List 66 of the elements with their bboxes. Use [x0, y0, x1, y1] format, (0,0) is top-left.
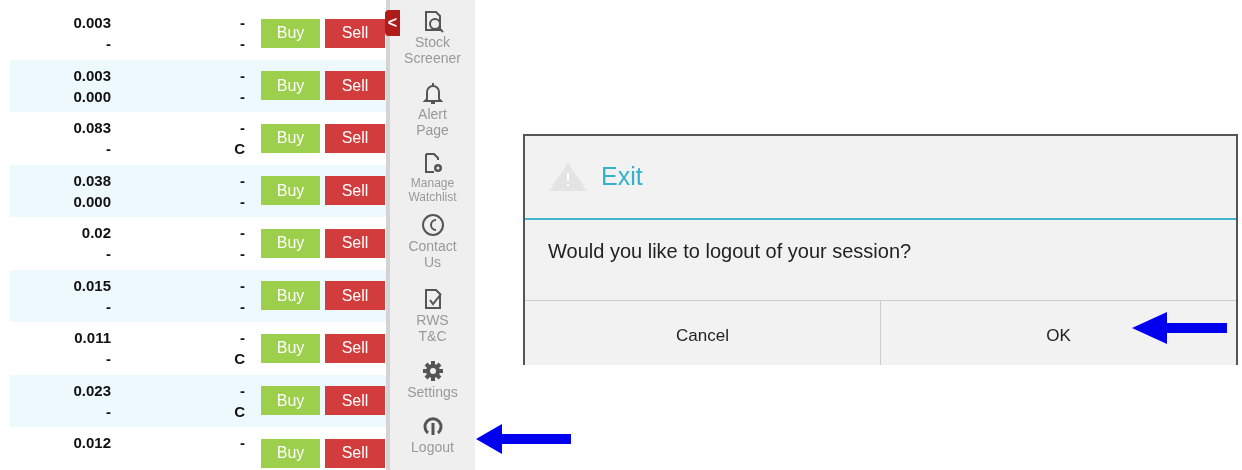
sidebar-item[interactable]: Contact Us	[400, 238, 465, 270]
table-cell-text: -	[240, 86, 245, 107]
buy-button[interactable]: Buy	[261, 123, 320, 153]
table-cell-text: C	[234, 139, 245, 160]
warning-icon	[547, 161, 589, 193]
buy-button[interactable]: Buy	[261, 281, 320, 311]
arrow-icon	[1132, 312, 1227, 344]
table-cell-text: -	[240, 380, 245, 401]
table-cell-text: -	[240, 191, 245, 212]
buy-button[interactable]: Buy	[261, 333, 320, 363]
table-cell-text: -	[106, 401, 111, 422]
dialog-title: Exit	[601, 161, 643, 193]
collapse-button[interactable]: <	[385, 10, 400, 36]
table-cell-text: -	[106, 296, 111, 317]
table-cell-text: -	[240, 433, 245, 454]
table-cell-text: 0.003	[73, 13, 111, 34]
sell-button[interactable]: Sell	[325, 281, 385, 311]
table-cell-text: -	[240, 223, 245, 244]
table-cell-text: 0.038	[73, 170, 111, 191]
sidebar-item[interactable]: Manage Watchlist	[402, 176, 463, 204]
table-cell-text: C	[234, 401, 245, 422]
table-cell-text: 0.000	[73, 86, 111, 107]
table-cell-text: -	[240, 170, 245, 191]
table-cell-text: -	[106, 244, 111, 265]
sidebar-item[interactable]: RWS T&C	[400, 312, 465, 344]
sidebar-item[interactable]: Logout	[400, 439, 465, 455]
table-cell-text: -	[240, 34, 245, 55]
buy-button[interactable]: Buy	[261, 386, 320, 416]
sell-button[interactable]: Sell	[325, 228, 385, 258]
buy-button[interactable]: Buy	[261, 438, 320, 468]
table-cell-text: -	[240, 275, 245, 296]
table-cell-text: 0.003	[73, 65, 111, 86]
table-cell-text: -	[106, 34, 111, 55]
sell-button[interactable]: Sell	[325, 438, 385, 468]
table-cell-text: -	[240, 118, 245, 139]
table-cell-text: 0.015	[73, 275, 111, 296]
table-cell-text: 0.083	[73, 118, 111, 139]
buy-button[interactable]: Buy	[261, 176, 320, 206]
circle-c-icon	[419, 212, 446, 238]
table-cell-text: 0.011	[74, 328, 111, 349]
sell-button[interactable]: Sell	[325, 123, 385, 153]
table-cell-text: 0.000	[73, 191, 111, 212]
sell-button[interactable]: Sell	[325, 333, 385, 363]
sell-button[interactable]: Sell	[325, 176, 385, 206]
table-cell-text: -	[240, 296, 245, 317]
buy-button[interactable]: Buy	[261, 71, 320, 101]
table-cell-text: 0.02	[81, 223, 111, 244]
sidebar-item[interactable]: Settings	[400, 384, 465, 400]
sell-button[interactable]: Sell	[325, 71, 385, 101]
table-cell-text: 0.012	[73, 433, 111, 454]
sidebar-item[interactable]: Stock Screener	[400, 34, 465, 66]
table-cell-text: 0.023	[73, 380, 111, 401]
table-cell-text: -	[106, 349, 111, 370]
table-cell-text: -	[240, 244, 245, 265]
table-cell-text: C	[234, 349, 245, 370]
table-cell-text: -	[240, 65, 245, 86]
sell-button[interactable]: Sell	[325, 386, 385, 416]
arrow-icon	[476, 424, 571, 454]
sell-button[interactable]: Sell	[325, 18, 385, 48]
table-cell-text: -	[240, 13, 245, 34]
table-cell-text: -	[240, 328, 245, 349]
dialog-message: Would you like to logout of your session?	[548, 240, 912, 262]
table-cell-text: -	[106, 139, 111, 160]
sidebar-item[interactable]: Alert Page	[400, 106, 465, 138]
buy-button[interactable]: Buy	[261, 18, 320, 48]
buy-button[interactable]: Buy	[261, 228, 320, 258]
